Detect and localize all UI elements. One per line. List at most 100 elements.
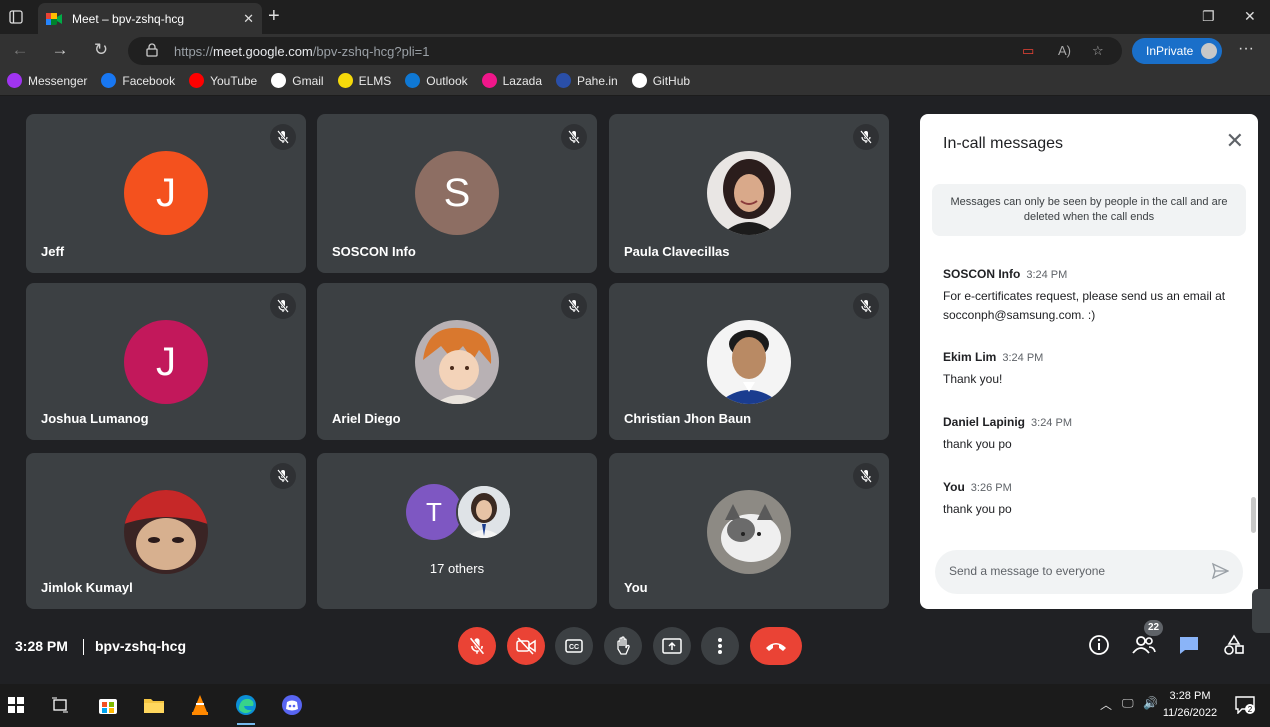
participant-tile[interactable]: Ariel Diego [317, 283, 597, 440]
camera-off-icon [516, 637, 536, 655]
chat-message: SOSCON Info 3:24 PM For e-certificates re… [943, 265, 1239, 325]
message-time: 3:24 PM [1002, 352, 1044, 364]
volume-icon[interactable]: 🔊 [1143, 696, 1158, 710]
message-text: thank you po [943, 502, 1012, 516]
google-icon [271, 73, 287, 88]
bookmark-messenger[interactable]: Messenger [7, 73, 87, 88]
file-explorer-icon[interactable] [141, 692, 167, 718]
bookmark-pahe-in[interactable]: Pahe.in [556, 73, 618, 88]
restore-window-icon[interactable]: ❐ [1202, 8, 1215, 25]
captions-button[interactable]: CC [555, 627, 593, 665]
bookmark-label: Lazada [502, 73, 542, 88]
show-hidden-icons[interactable]: ︿ [1100, 696, 1112, 713]
inprivate-label: InPrivate [1146, 44, 1194, 58]
activities-icon [1224, 634, 1244, 655]
chat-icon [1180, 637, 1198, 654]
camera-toggle-button[interactable] [507, 627, 545, 665]
participant-avatar: J [124, 151, 208, 235]
google-meet-icon [46, 12, 62, 25]
people-button[interactable] [1132, 633, 1156, 657]
task-view-icon[interactable] [47, 692, 73, 718]
participant-name: Ariel Diego [332, 411, 401, 426]
send-icon[interactable] [1211, 562, 1230, 585]
more-menu-icon[interactable]: ··· [1238, 40, 1254, 58]
participant-tile[interactable]: Paula Clavecillas [609, 114, 889, 273]
participant-tile[interactable]: Jimlok Kumayl [26, 453, 306, 609]
bookmark-facebook[interactable]: Facebook [101, 73, 175, 88]
present-screen-button[interactable] [653, 627, 691, 665]
notifications-icon[interactable]: 2 [1232, 692, 1258, 718]
side-panel-toggle[interactable] [1252, 589, 1270, 633]
bookmark-lazada[interactable]: Lazada [481, 73, 542, 88]
mic-off-icon [469, 637, 485, 655]
bookmark-github[interactable]: GitHub [631, 73, 691, 88]
participant-tile[interactable]: J Joshua Lumanog [26, 283, 306, 440]
read-aloud-icon[interactable]: A) [1058, 43, 1071, 58]
participant-name: Jeff [41, 244, 65, 259]
elms-icon [337, 73, 353, 88]
participant-name: You [624, 580, 648, 595]
mic-off-icon [853, 124, 879, 150]
back-icon[interactable]: ← [10, 40, 30, 60]
network-icon[interactable]: 🖵 [1122, 696, 1134, 711]
leave-call-button[interactable] [750, 627, 802, 665]
discord-icon[interactable] [279, 692, 305, 718]
bookmark-label: GitHub [652, 73, 691, 88]
microsoft-store-icon[interactable] [95, 692, 121, 718]
bookmark-label: Gmail [292, 73, 324, 88]
profile-avatar [1199, 41, 1219, 61]
chat-message: Ekim Lim 3:24 PM Thank you! [943, 348, 1239, 389]
raise-hand-button[interactable] [604, 627, 642, 665]
chat-scrollbar[interactable] [1251, 497, 1256, 533]
hand-icon [617, 636, 630, 655]
message-sender: Ekim Lim [943, 350, 997, 364]
meeting-details-button[interactable] [1087, 633, 1111, 657]
forward-icon[interactable]: → [50, 40, 70, 60]
system-clock[interactable]: 3:28 PM 11/26/2022 [1160, 688, 1220, 722]
bookmark-label: Messenger [28, 73, 88, 88]
tab-close-icon[interactable]: ✕ [243, 11, 254, 27]
participant-avatar: J [124, 320, 208, 404]
bookmark-outlook[interactable]: Outlook [405, 73, 468, 88]
participant-tile[interactable]: Christian Jhon Baun [609, 283, 889, 440]
activities-button[interactable] [1222, 633, 1246, 657]
chat-message-input[interactable]: Send a message to everyone [935, 550, 1243, 594]
vlc-icon[interactable] [187, 692, 213, 718]
browser-tab-meet[interactable]: Meet – bpv-zshq-hcg ✕ [38, 3, 262, 34]
tab-actions-icon[interactable] [0, 0, 32, 34]
windows-start-icon[interactable] [3, 692, 29, 718]
bookmark-youtube[interactable]: YouTube [189, 73, 257, 88]
close-chat-icon[interactable]: ✕ [1226, 130, 1244, 152]
people-icon [1132, 636, 1156, 654]
bookmark-label: ELMS [358, 73, 392, 88]
close-window-icon[interactable]: ✕ [1244, 8, 1256, 25]
divider [83, 639, 84, 655]
chat-panel-title: In-call messages [943, 135, 1064, 152]
mic-off-icon [270, 124, 296, 150]
bookmark-gmail[interactable]: Gmail [271, 73, 324, 88]
edge-icon[interactable] [233, 692, 259, 725]
camera-blocked-icon[interactable]: ▭ [1022, 43, 1034, 59]
participant-tile[interactable]: S SOSCON Info [317, 114, 597, 273]
participant-photo [124, 490, 208, 574]
others-tile[interactable]: T 17 others [317, 453, 597, 609]
in-call-messages-panel: In-call messages ✕ Messages can only be … [920, 114, 1258, 609]
participant-tile[interactable]: J Jeff [26, 114, 306, 273]
favorites-icon[interactable]: ☆ [1092, 43, 1104, 59]
participant-photo [707, 320, 791, 404]
bookmark-label: YouTube [210, 73, 258, 88]
more-options-button[interactable] [701, 627, 739, 665]
new-tab-icon[interactable]: + [268, 6, 280, 26]
github-icon [631, 73, 647, 88]
chat-input-placeholder: Send a message to everyone [949, 564, 1106, 578]
message-sender: SOSCON Info [943, 267, 1021, 281]
participant-tile-self[interactable]: You [609, 453, 889, 609]
inprivate-button[interactable]: InPrivate [1132, 38, 1222, 64]
chat-button[interactable] [1177, 633, 1201, 657]
info-icon [1089, 635, 1109, 655]
svg-text:CC: CC [569, 644, 579, 651]
bookmark-elms[interactable]: ELMS [337, 73, 392, 88]
address-bar[interactable]: https://meet.google.com/bpv-zshq-hcg?pli… [128, 37, 1122, 65]
mic-toggle-button[interactable] [458, 627, 496, 665]
refresh-icon[interactable]: ↻ [91, 40, 111, 60]
